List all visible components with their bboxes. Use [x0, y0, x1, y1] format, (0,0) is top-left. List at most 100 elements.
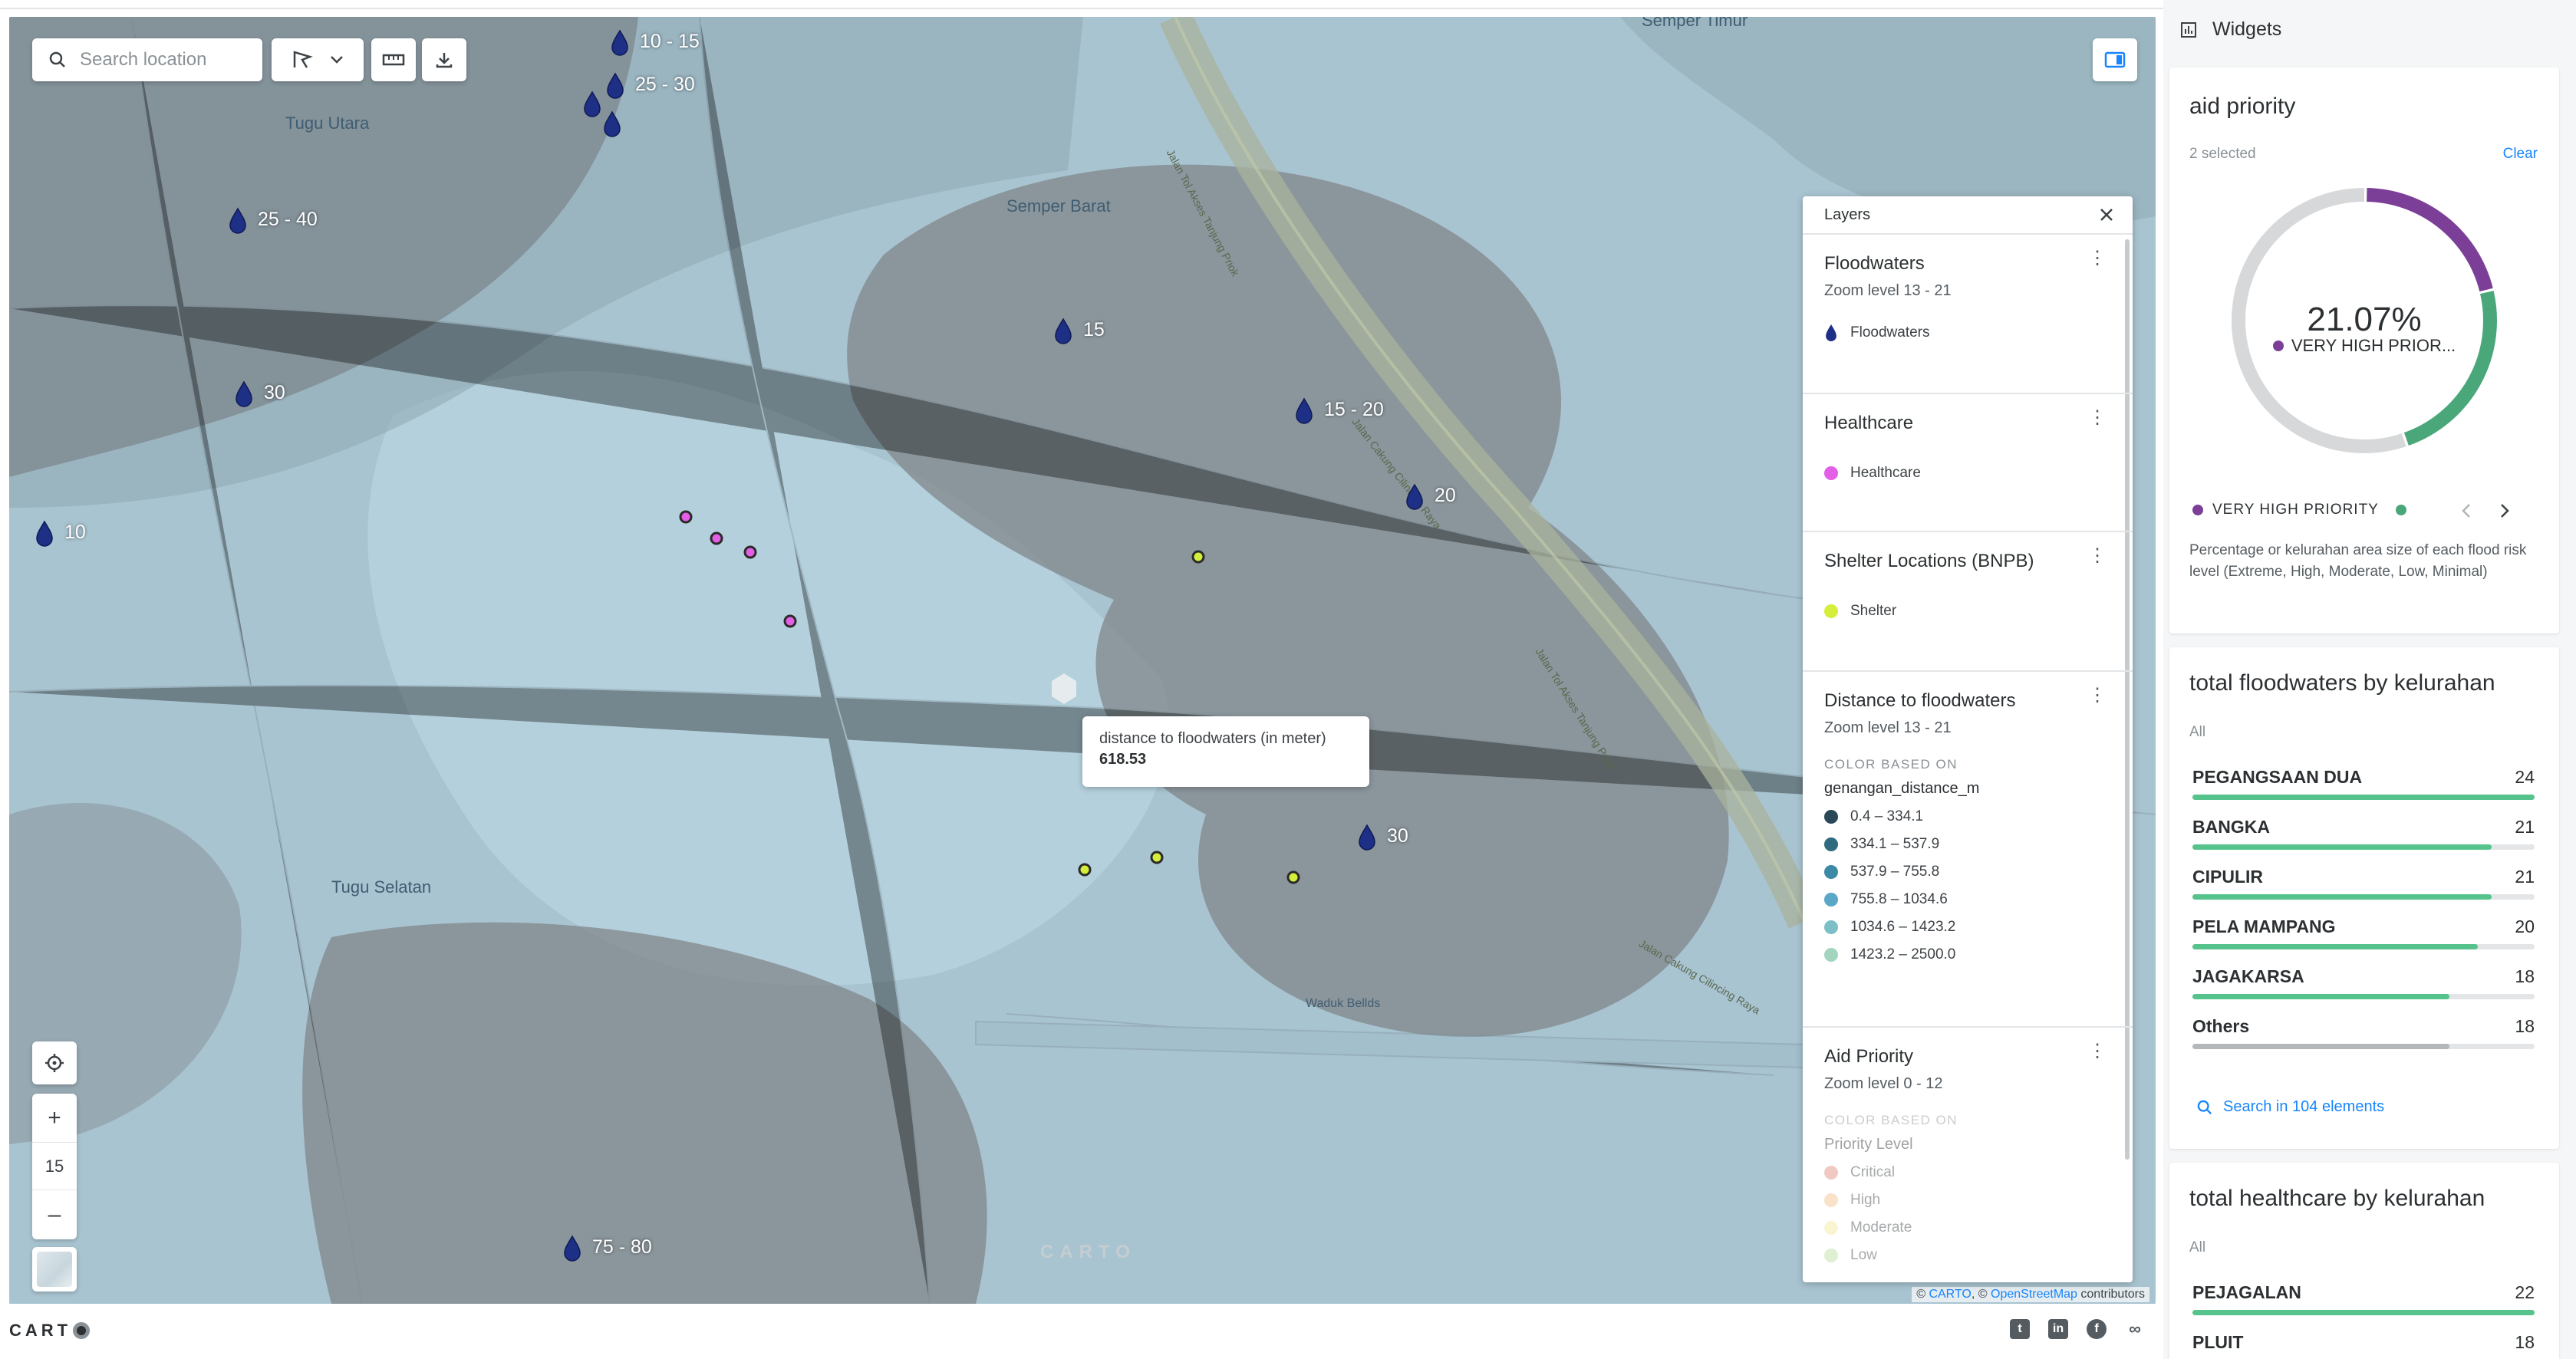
category-value: 21	[2515, 867, 2535, 887]
category-name: PEGANGSAAN DUA	[2192, 767, 2363, 787]
floodwater-label: 15	[1083, 319, 1105, 341]
link-icon[interactable]: ∞	[2125, 1319, 2145, 1339]
zoom-in-button[interactable]: +	[32, 1094, 77, 1142]
category-row[interactable]: PEGANGSAAN DUA 24	[2192, 767, 2535, 800]
chevron-right-icon[interactable]	[2499, 503, 2510, 518]
floodwater-pin[interactable]	[584, 91, 601, 117]
healthcare-point[interactable]	[743, 545, 757, 559]
healthcare-point[interactable]	[783, 614, 797, 628]
more-options-icon[interactable]: ⋮	[2088, 1042, 2107, 1061]
map-watermark: CARTO	[1040, 1242, 1136, 1262]
layers-panel: Layers Floodwaters ⋮ Zoom level 13 - 21 …	[1803, 196, 2133, 1282]
download-button[interactable]	[422, 38, 466, 81]
floodwater-label: 25 - 30	[635, 74, 695, 95]
measure-button[interactable]	[371, 38, 416, 81]
bin-label: High	[1850, 1192, 1881, 1208]
more-options-icon[interactable]: ⋮	[2088, 686, 2107, 705]
floodwater-pin[interactable]	[229, 208, 246, 234]
aid-priority-legend: COLOR BASED ON Priority Level Critical H…	[1824, 1113, 2110, 1264]
legend-bin: 755.8 – 1034.6	[1824, 891, 2110, 908]
shelter-point[interactable]	[1286, 870, 1300, 884]
category-row[interactable]: CIPULIR 21	[2192, 867, 2535, 900]
shelter-point[interactable]	[1150, 851, 1164, 864]
clear-selection-link[interactable]: Clear	[2503, 146, 2538, 163]
floodwater-pin[interactable]	[607, 73, 624, 99]
category-row[interactable]: Others 18	[2192, 1016, 2535, 1049]
category-row[interactable]: PLUIT 18	[2192, 1332, 2535, 1353]
shelter-point[interactable]	[1078, 863, 1092, 877]
legend-label: Shelter	[1850, 603, 1897, 619]
legend-label[interactable]: VERY HIGH PRIORITY	[2212, 502, 2379, 518]
floodwater-pin[interactable]	[1406, 484, 1423, 510]
category-value: 18	[2515, 966, 2535, 986]
layer-zoom-range: Zoom level 13 - 21	[1824, 282, 1952, 299]
drop-icon	[1826, 324, 1836, 341]
floodwater-pin[interactable]	[236, 381, 252, 407]
category-name: PEJAGALAN	[2192, 1282, 2301, 1302]
category-name: CIPULIR	[2192, 867, 2263, 887]
carto-link[interactable]: CARTO	[1929, 1288, 1971, 1301]
legend-item: Healthcare	[1824, 465, 2110, 482]
more-options-icon[interactable]: ⋮	[2088, 409, 2107, 427]
category-name: JAGAKARSA	[2192, 966, 2304, 986]
category-value: 18	[2515, 1016, 2535, 1036]
search-elements-link[interactable]: Search in 104 elements	[2197, 1098, 2384, 1116]
basemap-switcher[interactable]	[32, 1247, 77, 1292]
legend-bin: Low	[1824, 1247, 2110, 1264]
zoom-out-button[interactable]: –	[32, 1190, 77, 1239]
category-bar	[2192, 944, 2478, 949]
search-icon	[49, 51, 65, 67]
legend-bin: High	[1824, 1192, 2110, 1209]
close-icon[interactable]	[2099, 207, 2114, 222]
floodwater-pin[interactable]	[36, 521, 53, 547]
search-placeholder: Search location	[80, 49, 207, 70]
healthcare-point[interactable]	[679, 510, 693, 524]
color-field: genangan_distance_m	[1824, 780, 1980, 797]
category-value: 18	[2515, 1332, 2535, 1352]
zoom-level: 15	[32, 1142, 77, 1190]
floodwater-pin[interactable]	[1359, 824, 1375, 851]
linkedin-icon[interactable]: in	[2048, 1319, 2068, 1339]
category-bar	[2192, 844, 2492, 850]
twitter-icon[interactable]: t	[2010, 1319, 2030, 1339]
bin-label: Low	[1850, 1247, 1877, 1263]
bin-label: 755.8 – 1034.6	[1850, 891, 1948, 907]
donut-center-label-row: VERY HIGH PRIOR...	[2169, 336, 2559, 356]
floodwater-label: 75 - 80	[592, 1236, 652, 1258]
bin-label: 537.9 – 755.8	[1850, 864, 1940, 880]
draw-tool-button[interactable]	[272, 38, 364, 81]
category-row[interactable]: PEJAGALAN 22	[2192, 1282, 2535, 1315]
category-name: BANGKA	[2192, 817, 2270, 837]
category-row[interactable]: BANGKA 21	[2192, 817, 2535, 850]
layer-title: Shelter Locations (BNPB)	[1824, 551, 2034, 571]
donut-slice[interactable]	[2367, 188, 2493, 292]
healthcare-point[interactable]	[710, 531, 723, 545]
bin-swatch	[1824, 1166, 1838, 1180]
category-name: Others	[2192, 1016, 2250, 1036]
legend-bin: 334.1 – 537.9	[1824, 836, 2110, 853]
category-bar-track	[2192, 1310, 2535, 1315]
floodwater-pin[interactable]	[1296, 398, 1313, 424]
osm-link[interactable]: OpenStreetMap	[1991, 1288, 2077, 1301]
search-location-input[interactable]: Search location	[32, 38, 262, 81]
layers-panel-header: Layers	[1803, 196, 2133, 235]
floodwater-pin[interactable]	[611, 30, 628, 56]
toggle-panel-button[interactable]	[2093, 38, 2137, 81]
more-options-icon[interactable]: ⋮	[2088, 249, 2107, 268]
category-bar	[2192, 894, 2492, 900]
floodwater-pin[interactable]	[604, 111, 621, 137]
shelter-point[interactable]	[1191, 550, 1205, 564]
more-options-icon[interactable]: ⋮	[2088, 547, 2107, 565]
chevron-left-icon[interactable]	[2461, 503, 2472, 518]
facebook-icon[interactable]: f	[2087, 1319, 2107, 1339]
bin-swatch	[1824, 893, 1838, 907]
category-row[interactable]: JAGAKARSA 18	[2192, 966, 2535, 999]
floodwater-pin[interactable]	[1055, 318, 1072, 344]
category-value: 20	[2515, 916, 2535, 936]
legend-item: Shelter	[1824, 603, 2110, 620]
category-row[interactable]: PELA MAMPANG 20	[2192, 916, 2535, 949]
locate-button[interactable]	[32, 1041, 77, 1084]
floodwater-pin[interactable]	[564, 1236, 581, 1262]
social-links: t in f ∞	[2010, 1319, 2145, 1339]
layer-healthcare: Healthcare ⋮ Healthcare	[1803, 394, 2133, 532]
